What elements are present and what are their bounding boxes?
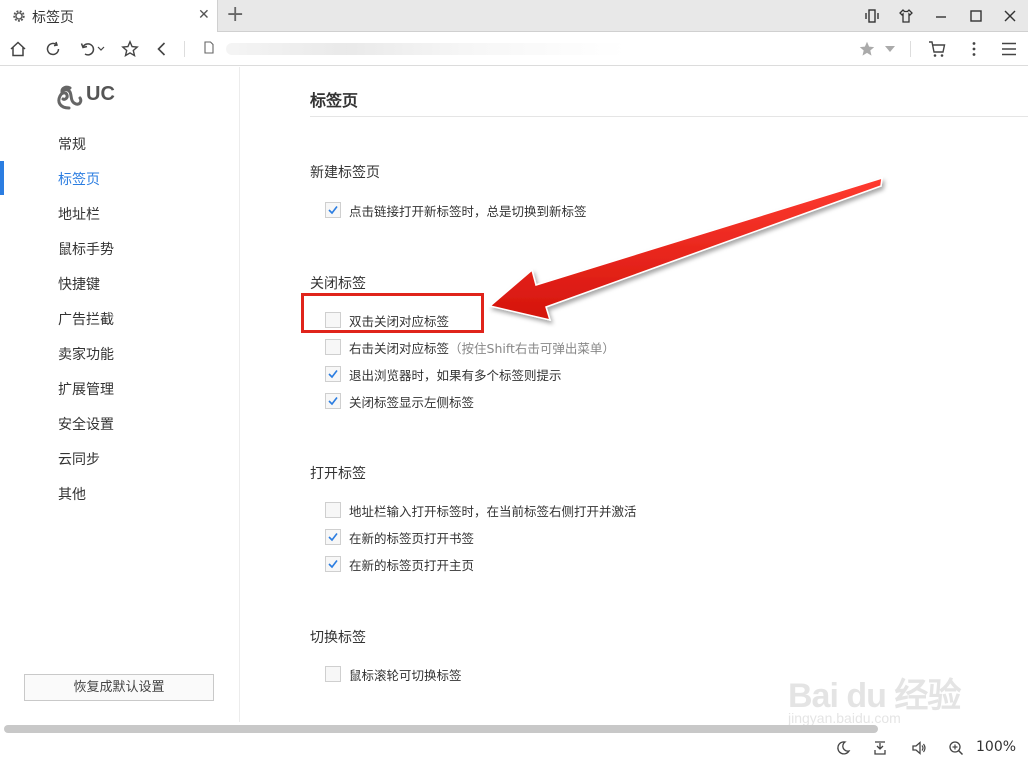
plus-icon[interactable]: + bbox=[226, 2, 244, 28]
moon-icon[interactable] bbox=[835, 740, 851, 756]
tab-close-icon[interactable]: ✕ bbox=[198, 7, 210, 23]
check-icon bbox=[328, 560, 338, 569]
section-title-open-tab: 打开标签 bbox=[310, 466, 366, 482]
checkbox-checked[interactable] bbox=[325, 529, 341, 545]
close-icon[interactable] bbox=[1002, 8, 1018, 24]
reload-icon[interactable] bbox=[44, 40, 62, 58]
checkbox-unchecked[interactable] bbox=[325, 666, 341, 682]
download-icon[interactable] bbox=[872, 740, 888, 756]
undo-dropdown-icon[interactable] bbox=[97, 46, 105, 52]
checkbox-checked[interactable] bbox=[325, 202, 341, 218]
toolbar bbox=[0, 32, 1028, 66]
option-label: 退出浏览器时，如果有多个标签则提示 bbox=[349, 368, 562, 383]
undo-icon[interactable] bbox=[79, 40, 97, 58]
section-title-switch-tab: 切换标签 bbox=[310, 630, 366, 646]
sidebar-item-extensions[interactable]: 扩展管理 bbox=[58, 380, 114, 400]
check-icon bbox=[328, 533, 338, 542]
tab-settings[interactable]: 标签页 ✕ bbox=[0, 0, 218, 32]
option-label: 在新的标签页打开主页 bbox=[349, 558, 475, 573]
logo-text: UC bbox=[86, 83, 115, 105]
settings-main: 标签页 新建标签页 点击链接打开新标签时，总是切换到新标签 关闭标签 双击关闭对… bbox=[241, 67, 1028, 722]
tab-title: 标签页 bbox=[32, 10, 74, 26]
sidebar-item-seller[interactable]: 卖家功能 bbox=[58, 345, 114, 365]
checkbox-checked[interactable] bbox=[325, 556, 341, 572]
settings-sidebar: UC 常规 标签页 地址栏 鼠标手势 快捷键 广告拦截 卖家功能 扩展管理 安全… bbox=[0, 67, 240, 722]
toolbar-separator bbox=[184, 41, 185, 57]
shirt-icon[interactable] bbox=[898, 8, 914, 24]
option-label: 在新的标签页打开书签 bbox=[349, 531, 475, 546]
checkbox-unchecked[interactable] bbox=[325, 339, 341, 355]
horizontal-scrollbar[interactable] bbox=[4, 725, 878, 733]
sidebar-item-address-bar[interactable]: 地址栏 bbox=[58, 205, 100, 225]
squirrel-logo-icon bbox=[57, 85, 83, 110]
tab-strip: 标签页 ✕ + bbox=[0, 0, 1028, 32]
sidebar-item-mouse-gestures[interactable]: 鼠标手势 bbox=[58, 240, 114, 260]
uc-logo: UC bbox=[54, 80, 124, 112]
sidebar-item-shortcuts[interactable]: 快捷键 bbox=[58, 275, 100, 295]
section-title-new-tab: 新建标签页 bbox=[310, 165, 380, 181]
option-label: 地址栏输入打开标签时，在当前标签右侧打开并激活 bbox=[349, 504, 637, 519]
maximize-icon[interactable] bbox=[968, 8, 984, 24]
sidebar-item-security[interactable]: 安全设置 bbox=[58, 415, 114, 435]
option-label: 右击关闭对应标签（按住Shift右击可弹出菜单） bbox=[349, 338, 615, 357]
sidebar-item-sync[interactable]: 云同步 bbox=[58, 450, 100, 470]
watermark-subtext: jingyan.baidu.com bbox=[788, 710, 901, 726]
zoom-icon[interactable] bbox=[948, 740, 964, 756]
status-bar: 100% bbox=[0, 734, 1028, 760]
option-label-text: 右击关闭对应标签 bbox=[349, 341, 450, 356]
annotation-highlight-box bbox=[301, 293, 484, 333]
check-icon bbox=[328, 370, 338, 379]
sidebar-item-tabs[interactable]: 标签页 bbox=[58, 170, 100, 190]
sidebar-item-general[interactable]: 常规 bbox=[58, 135, 86, 155]
option-hint: （按住Shift右击可弹出菜单） bbox=[449, 341, 615, 356]
bookmark-star-icon[interactable] bbox=[858, 40, 876, 58]
option-label: 关闭标签显示左侧标签 bbox=[349, 395, 475, 410]
menu-icon[interactable] bbox=[1000, 40, 1018, 58]
zoom-level[interactable]: 100% bbox=[976, 739, 1016, 755]
page-title: 标签页 bbox=[310, 91, 359, 110]
star-icon[interactable] bbox=[121, 40, 139, 58]
check-icon bbox=[328, 206, 338, 215]
minimize-icon[interactable] bbox=[933, 8, 949, 24]
checkbox-unchecked[interactable] bbox=[325, 502, 341, 518]
address-text-blurred bbox=[226, 43, 626, 55]
nav-active-indicator bbox=[0, 161, 4, 195]
restore-defaults-button[interactable]: 恢复成默认设置 bbox=[24, 674, 214, 701]
checkbox-checked[interactable] bbox=[325, 393, 341, 409]
sidebar-item-other[interactable]: 其他 bbox=[58, 485, 86, 505]
title-divider bbox=[310, 116, 1028, 117]
option-label: 点击链接打开新标签时，总是切换到新标签 bbox=[349, 204, 587, 219]
volume-icon[interactable] bbox=[911, 740, 927, 756]
gear-icon bbox=[13, 10, 25, 22]
toolbar-separator bbox=[910, 41, 911, 57]
checkbox-checked[interactable] bbox=[325, 366, 341, 382]
sidebar-item-ad-block[interactable]: 广告拦截 bbox=[58, 310, 114, 330]
back-icon[interactable] bbox=[153, 40, 171, 58]
option-label: 鼠标滚轮可切换标签 bbox=[349, 668, 462, 683]
vibrate-icon[interactable] bbox=[864, 8, 880, 24]
dropdown-icon[interactable] bbox=[885, 46, 895, 52]
address-bar[interactable] bbox=[196, 37, 856, 61]
cart-icon[interactable] bbox=[928, 40, 946, 58]
check-icon bbox=[328, 397, 338, 406]
more-icon[interactable] bbox=[965, 40, 983, 58]
home-icon[interactable] bbox=[9, 40, 27, 58]
section-title-close-tab: 关闭标签 bbox=[310, 276, 366, 292]
document-icon bbox=[204, 41, 214, 54]
